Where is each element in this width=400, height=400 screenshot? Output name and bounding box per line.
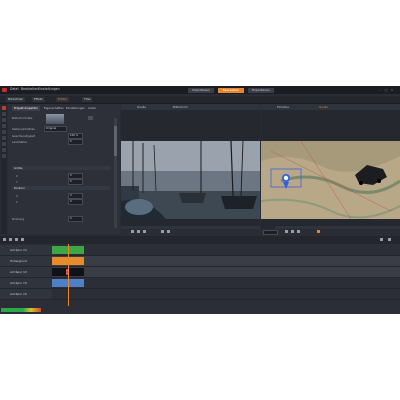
next-frame-icon[interactable]	[143, 230, 146, 233]
subtab-properties[interactable]: Eigenschaften	[42, 106, 66, 111]
rotation-field[interactable]: 0	[68, 216, 83, 222]
menu-bar: Datei Bearbeiten Einstellungen Importier…	[0, 86, 400, 94]
aspect-dropdown[interactable]: Original	[44, 126, 67, 132]
source-viewer-header: Quelle Bildschirm	[121, 104, 260, 110]
timeline-viewer-header: Timeline Quelle	[261, 104, 400, 110]
minimize-icon[interactable]: –	[378, 88, 382, 92]
playhead[interactable]	[68, 244, 69, 306]
app-logo-icon	[2, 88, 7, 92]
loop-icon[interactable]	[161, 230, 164, 233]
tool-crop-icon[interactable]	[2, 112, 6, 116]
timeline-toolbar	[0, 236, 400, 244]
menu-item-bearbeiten[interactable]: Bearbeiten	[21, 87, 39, 91]
viewer-tab-screen[interactable]: Bildschirm	[173, 105, 188, 110]
track-name-3: A/V-Spur (2)	[10, 270, 27, 274]
prev-frame-icon[interactable]	[131, 230, 134, 233]
timeline-panel: A/V-Spur (1) Hintergrund A/V-Spur (2) A/…	[0, 236, 400, 314]
trash-icon[interactable]	[9, 238, 12, 241]
section-size[interactable]: Größe	[12, 166, 110, 170]
mode-tab-edit[interactable]: Bearbeiten	[218, 88, 244, 93]
tool-color-icon[interactable]	[2, 136, 6, 140]
panel-tab-bar: Bibliothek Effekt Editor Titel	[0, 96, 400, 104]
source-transport	[121, 229, 260, 235]
razor-icon[interactable]	[3, 238, 6, 241]
track-name-4: A/V-Spur (3)	[10, 281, 27, 285]
row-label-framerate: Bildschirmrate	[12, 116, 33, 120]
tool-strip	[1, 104, 7, 234]
close-icon[interactable]: ×	[390, 88, 394, 92]
subtab-project-inspector[interactable]: Projekt-Inspektor	[12, 106, 40, 111]
rotation-label: Drehung	[12, 217, 25, 221]
track-name-1: A/V-Spur (1)	[10, 248, 27, 252]
zoom-icon[interactable]	[380, 238, 383, 241]
track-header-1[interactable]: A/V-Spur (1)	[0, 245, 52, 256]
tab-editor[interactable]: Editor	[56, 97, 69, 102]
track-lane-5[interactable]	[52, 289, 400, 300]
viewer-tab-source[interactable]: Quelle	[137, 105, 146, 110]
tool-brush-icon[interactable]	[2, 130, 6, 134]
track-lane-2[interactable]	[52, 256, 400, 267]
track-lane-4[interactable]	[52, 278, 400, 289]
tab-title[interactable]: Titel	[82, 97, 93, 102]
reset-icon[interactable]	[88, 116, 93, 120]
link-icon[interactable]	[21, 238, 24, 241]
harbor-video-frame	[121, 141, 260, 219]
clip-thumbnail	[46, 114, 64, 124]
tool-effects-icon[interactable]	[2, 154, 6, 158]
track-header-5[interactable]: A/V-Spur (4)	[0, 289, 52, 300]
tool-red-icon[interactable]	[2, 106, 6, 110]
next-frame-icon-2[interactable]	[297, 230, 300, 233]
track-name-2: Hintergrund	[10, 259, 27, 263]
track-lane-1[interactable]	[52, 245, 400, 256]
scroll-thumb[interactable]	[114, 126, 117, 156]
section-position[interactable]: Position	[12, 186, 110, 190]
row-label-aspect: Seitenverhältnis	[12, 127, 35, 131]
tool-text-icon[interactable]	[2, 124, 6, 128]
magnet-icon[interactable]	[15, 238, 18, 241]
position-y-field[interactable]: 0	[68, 199, 83, 205]
audio-level-meter	[1, 308, 41, 312]
viewer-tab-source-active[interactable]: Quelle	[319, 105, 328, 110]
mode-tab-export[interactable]: Exportieren	[248, 88, 274, 93]
track-header-4[interactable]: A/V-Spur (3)	[0, 278, 52, 289]
track-header-2[interactable]: Hintergrund	[0, 256, 52, 267]
inspector-panel: Projekt-Inspektor Eigenschaften Einstell…	[8, 104, 120, 234]
timeline-transport	[261, 229, 400, 235]
row-label-volume: Lautstärke	[12, 140, 27, 144]
subtab-settings[interactable]: Einstellungen	[64, 106, 87, 111]
track-header-3[interactable]: A/V-Spur (2)	[0, 267, 52, 278]
volume-field[interactable]: 0	[68, 139, 83, 145]
size-y-field[interactable]: 0	[68, 179, 83, 185]
timeline-viewer: Timeline Quelle	[261, 104, 400, 235]
video-editor-window: Datei Bearbeiten Einstellungen Importier…	[0, 86, 400, 314]
volume-icon[interactable]	[167, 230, 170, 233]
tab-effect[interactable]: Effekt	[32, 97, 45, 102]
menu-item-einstellungen[interactable]: Einstellungen	[38, 87, 60, 91]
track-lane-3[interactable]	[52, 267, 400, 278]
position-y-label: Y	[16, 200, 18, 204]
size-y-label: Y	[16, 180, 18, 184]
row-label-speed: Geschwindigkeit	[12, 134, 35, 138]
tab-library[interactable]: Bibliothek	[6, 97, 25, 102]
prev-frame-icon-2[interactable]	[285, 230, 288, 233]
viewer-tab-timeline[interactable]: Timeline	[277, 105, 289, 110]
size-x-label: X	[16, 174, 18, 178]
maximize-icon[interactable]: □	[384, 88, 388, 92]
play-icon[interactable]	[137, 230, 140, 233]
tool-mask-icon[interactable]	[2, 148, 6, 152]
map-video-frame	[261, 141, 400, 219]
subtab-audio[interactable]: Audio	[86, 106, 98, 111]
settings-icon[interactable]	[388, 238, 391, 241]
tool-move-icon[interactable]	[2, 118, 6, 122]
tool-audio-icon[interactable]	[2, 142, 6, 146]
menu-item-datei[interactable]: Datei	[10, 87, 19, 91]
timecode-field[interactable]	[263, 230, 278, 235]
play-icon-2[interactable]	[291, 230, 294, 233]
position-x-label: X	[16, 194, 18, 198]
source-viewer: Quelle Bildschirm	[121, 104, 260, 235]
track-name-5: A/V-Spur (4)	[10, 292, 27, 296]
mode-tab-import[interactable]: Importieren	[188, 88, 214, 93]
record-icon[interactable]	[317, 230, 320, 233]
inspector-scrollbar[interactable]	[114, 118, 117, 228]
